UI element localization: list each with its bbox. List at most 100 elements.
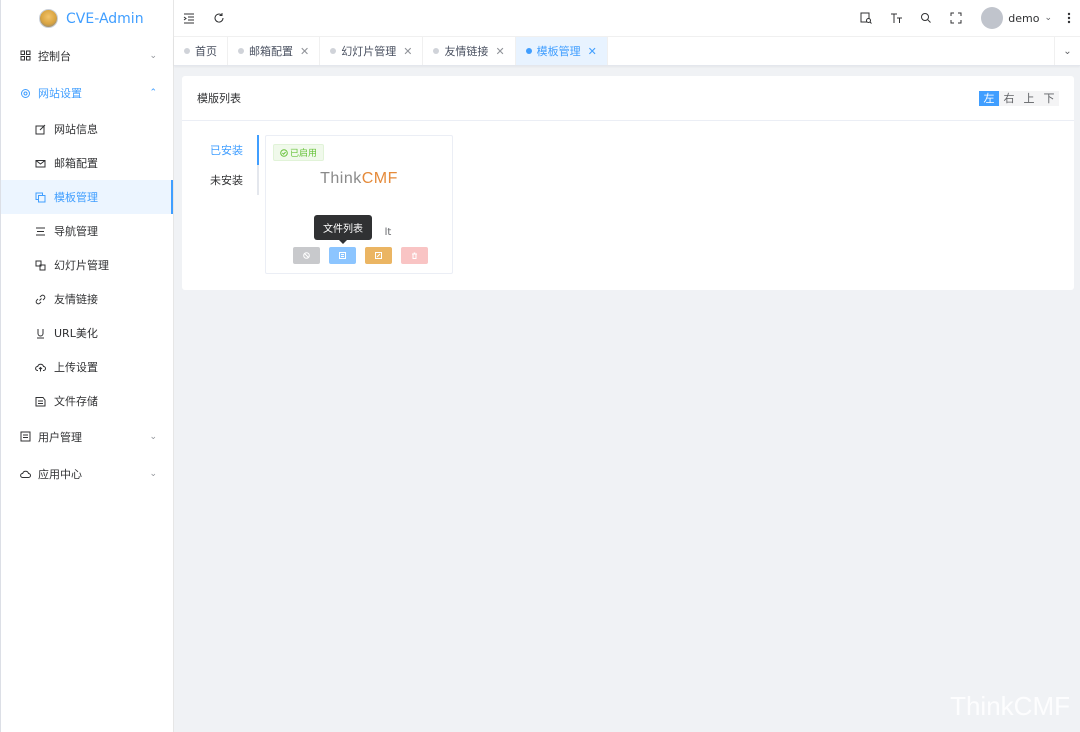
tab-template[interactable]: 模板管理 ✕ xyxy=(515,37,608,65)
chevron-down-icon: ⌄ xyxy=(149,469,157,480)
sidebar-item-label: 上传设置 xyxy=(54,361,98,374)
template-actions xyxy=(293,247,428,264)
template-name-text: lt xyxy=(384,227,392,238)
sidebar-item-upload[interactable]: 上传设置 xyxy=(1,350,173,384)
user-menu[interactable]: demo ⌄ xyxy=(981,7,1052,29)
menu-users[interactable]: 用户管理 ⌄ xyxy=(1,418,173,456)
text-size-icon xyxy=(890,13,902,23)
check-circle-icon xyxy=(280,148,288,157)
tab-not-installed[interactable]: 未安装 xyxy=(199,165,259,195)
menu-label: 应用中心 xyxy=(38,468,82,482)
menu-site-settings[interactable]: 网站设置 ⌃ xyxy=(1,75,173,113)
close-icon[interactable]: ✕ xyxy=(588,45,597,58)
status-text: 已启用 xyxy=(290,149,318,159)
gear-icon xyxy=(20,88,31,99)
menu-label: 网站设置 xyxy=(38,87,82,101)
disable-button[interactable] xyxy=(293,247,320,264)
tab-mail-config[interactable]: 邮箱配置 ✕ xyxy=(228,37,321,65)
image-search-icon xyxy=(860,12,873,24)
storage-icon xyxy=(35,396,46,407)
sidebar-item-storage[interactable]: 文件存储 xyxy=(1,384,173,418)
chevron-down-icon: ⌄ xyxy=(1063,45,1072,57)
status-badge: 已启用 xyxy=(273,144,325,161)
sidebar: CVE-Admin 控制台 ⌄ 网站设置 ⌃ 网站信息 邮箱配置 模板管理 导航… xyxy=(0,0,174,732)
position-right-button[interactable]: 右 xyxy=(999,91,1019,106)
close-icon[interactable]: ✕ xyxy=(403,45,412,58)
image-search-button[interactable] xyxy=(851,0,881,37)
copy-icon xyxy=(35,192,46,203)
edit-icon xyxy=(375,252,382,259)
refresh-icon xyxy=(214,13,224,23)
sidebar-item-label: 邮箱配置 xyxy=(54,157,98,170)
slides-icon xyxy=(35,260,46,271)
uninstall-button[interactable] xyxy=(401,247,428,264)
tab-slides[interactable]: 幻灯片管理 ✕ xyxy=(320,37,424,65)
sidebar-item-site-info[interactable]: 网站信息 xyxy=(1,112,173,146)
sidebar-item-label: 文件存储 xyxy=(54,395,98,408)
search-button[interactable] xyxy=(911,0,941,37)
search-icon xyxy=(921,13,932,23)
install-tabs: 已安装 未安装 xyxy=(199,135,259,195)
logo[interactable]: CVE-Admin xyxy=(1,0,173,37)
position-left-button[interactable]: 左 xyxy=(979,90,999,106)
logo-prefix: Think xyxy=(320,170,362,187)
menu-label: 用户管理 xyxy=(38,430,82,444)
logo-suffix: CMF xyxy=(361,170,398,187)
sidebar-item-links[interactable]: 友情链接 xyxy=(1,282,173,316)
sidebar-item-label: 幻灯片管理 xyxy=(54,259,109,272)
more-vertical-icon xyxy=(1067,12,1071,24)
file-list-icon xyxy=(339,252,346,259)
sidebar-item-nav[interactable]: 导航管理 xyxy=(1,214,173,248)
mail-icon xyxy=(35,158,46,169)
tab-label: 首页 xyxy=(195,45,217,58)
chevron-down-icon: ⌄ xyxy=(1044,13,1052,23)
position-top-button[interactable]: 上 xyxy=(1019,91,1039,106)
chevron-down-icon: ⌄ xyxy=(149,431,157,442)
cloud-icon xyxy=(20,469,31,480)
tab-label: 友情链接 xyxy=(444,45,489,58)
position-bottom-button[interactable]: 下 xyxy=(1039,91,1059,106)
more-button[interactable] xyxy=(1058,0,1080,37)
menu-lines-icon xyxy=(35,226,46,237)
sidebar-item-mail[interactable]: 邮箱配置 xyxy=(1,146,173,180)
collapse-sidebar-button[interactable] xyxy=(174,0,204,37)
avatar xyxy=(981,7,1004,29)
fullscreen-button[interactable] xyxy=(941,0,971,37)
edit-icon xyxy=(35,124,46,135)
file-list-button[interactable] xyxy=(329,247,356,264)
sidebar-item-label: 导航管理 xyxy=(54,225,98,238)
tab-installed[interactable]: 已安装 xyxy=(199,135,259,165)
username: demo xyxy=(1008,11,1040,25)
edit-template-button[interactable] xyxy=(365,247,392,264)
tab-label: 模板管理 xyxy=(536,45,581,58)
fullscreen-icon xyxy=(950,12,962,24)
tab-dot xyxy=(433,48,440,54)
sidebar-item-template[interactable]: 模板管理 xyxy=(1,180,173,214)
tab-dot xyxy=(184,48,190,54)
menu-label: 控制台 xyxy=(38,49,71,63)
sidebar-item-label: 网站信息 xyxy=(54,123,98,136)
top-header: demo ⌄ xyxy=(174,0,1080,37)
tab-links[interactable]: 友情链接 ✕ xyxy=(423,37,516,65)
refresh-button[interactable] xyxy=(204,0,234,37)
indent-icon xyxy=(183,13,194,24)
menu-apps[interactable]: 应用中心 ⌄ xyxy=(1,456,173,494)
sidebar-item-label: URL美化 xyxy=(54,327,98,340)
sidebar-item-label: 友情链接 xyxy=(54,293,98,306)
close-icon[interactable]: ✕ xyxy=(300,45,309,58)
ban-icon xyxy=(303,252,310,259)
tab-home[interactable]: 首页 xyxy=(174,37,228,65)
font-size-button[interactable] xyxy=(881,0,911,37)
user-panel-icon xyxy=(20,431,31,442)
tab-position-switch: 左 右 上 下 xyxy=(979,90,1059,106)
sidebar-item-url[interactable]: URL美化 xyxy=(1,316,173,350)
sidebar-item-label: 模板管理 xyxy=(54,191,98,204)
upload-cloud-icon xyxy=(35,362,46,373)
close-icon[interactable]: ✕ xyxy=(495,45,504,58)
card-title: 模版列表 xyxy=(197,92,241,105)
menu-dashboard[interactable]: 控制台 ⌄ xyxy=(1,37,173,75)
app-title: CVE-Admin xyxy=(66,10,144,27)
sidebar-item-slides[interactable]: 幻灯片管理 xyxy=(1,248,173,282)
tags-dropdown-button[interactable]: ⌄ xyxy=(1054,37,1080,65)
chevron-up-icon: ⌃ xyxy=(149,88,157,99)
